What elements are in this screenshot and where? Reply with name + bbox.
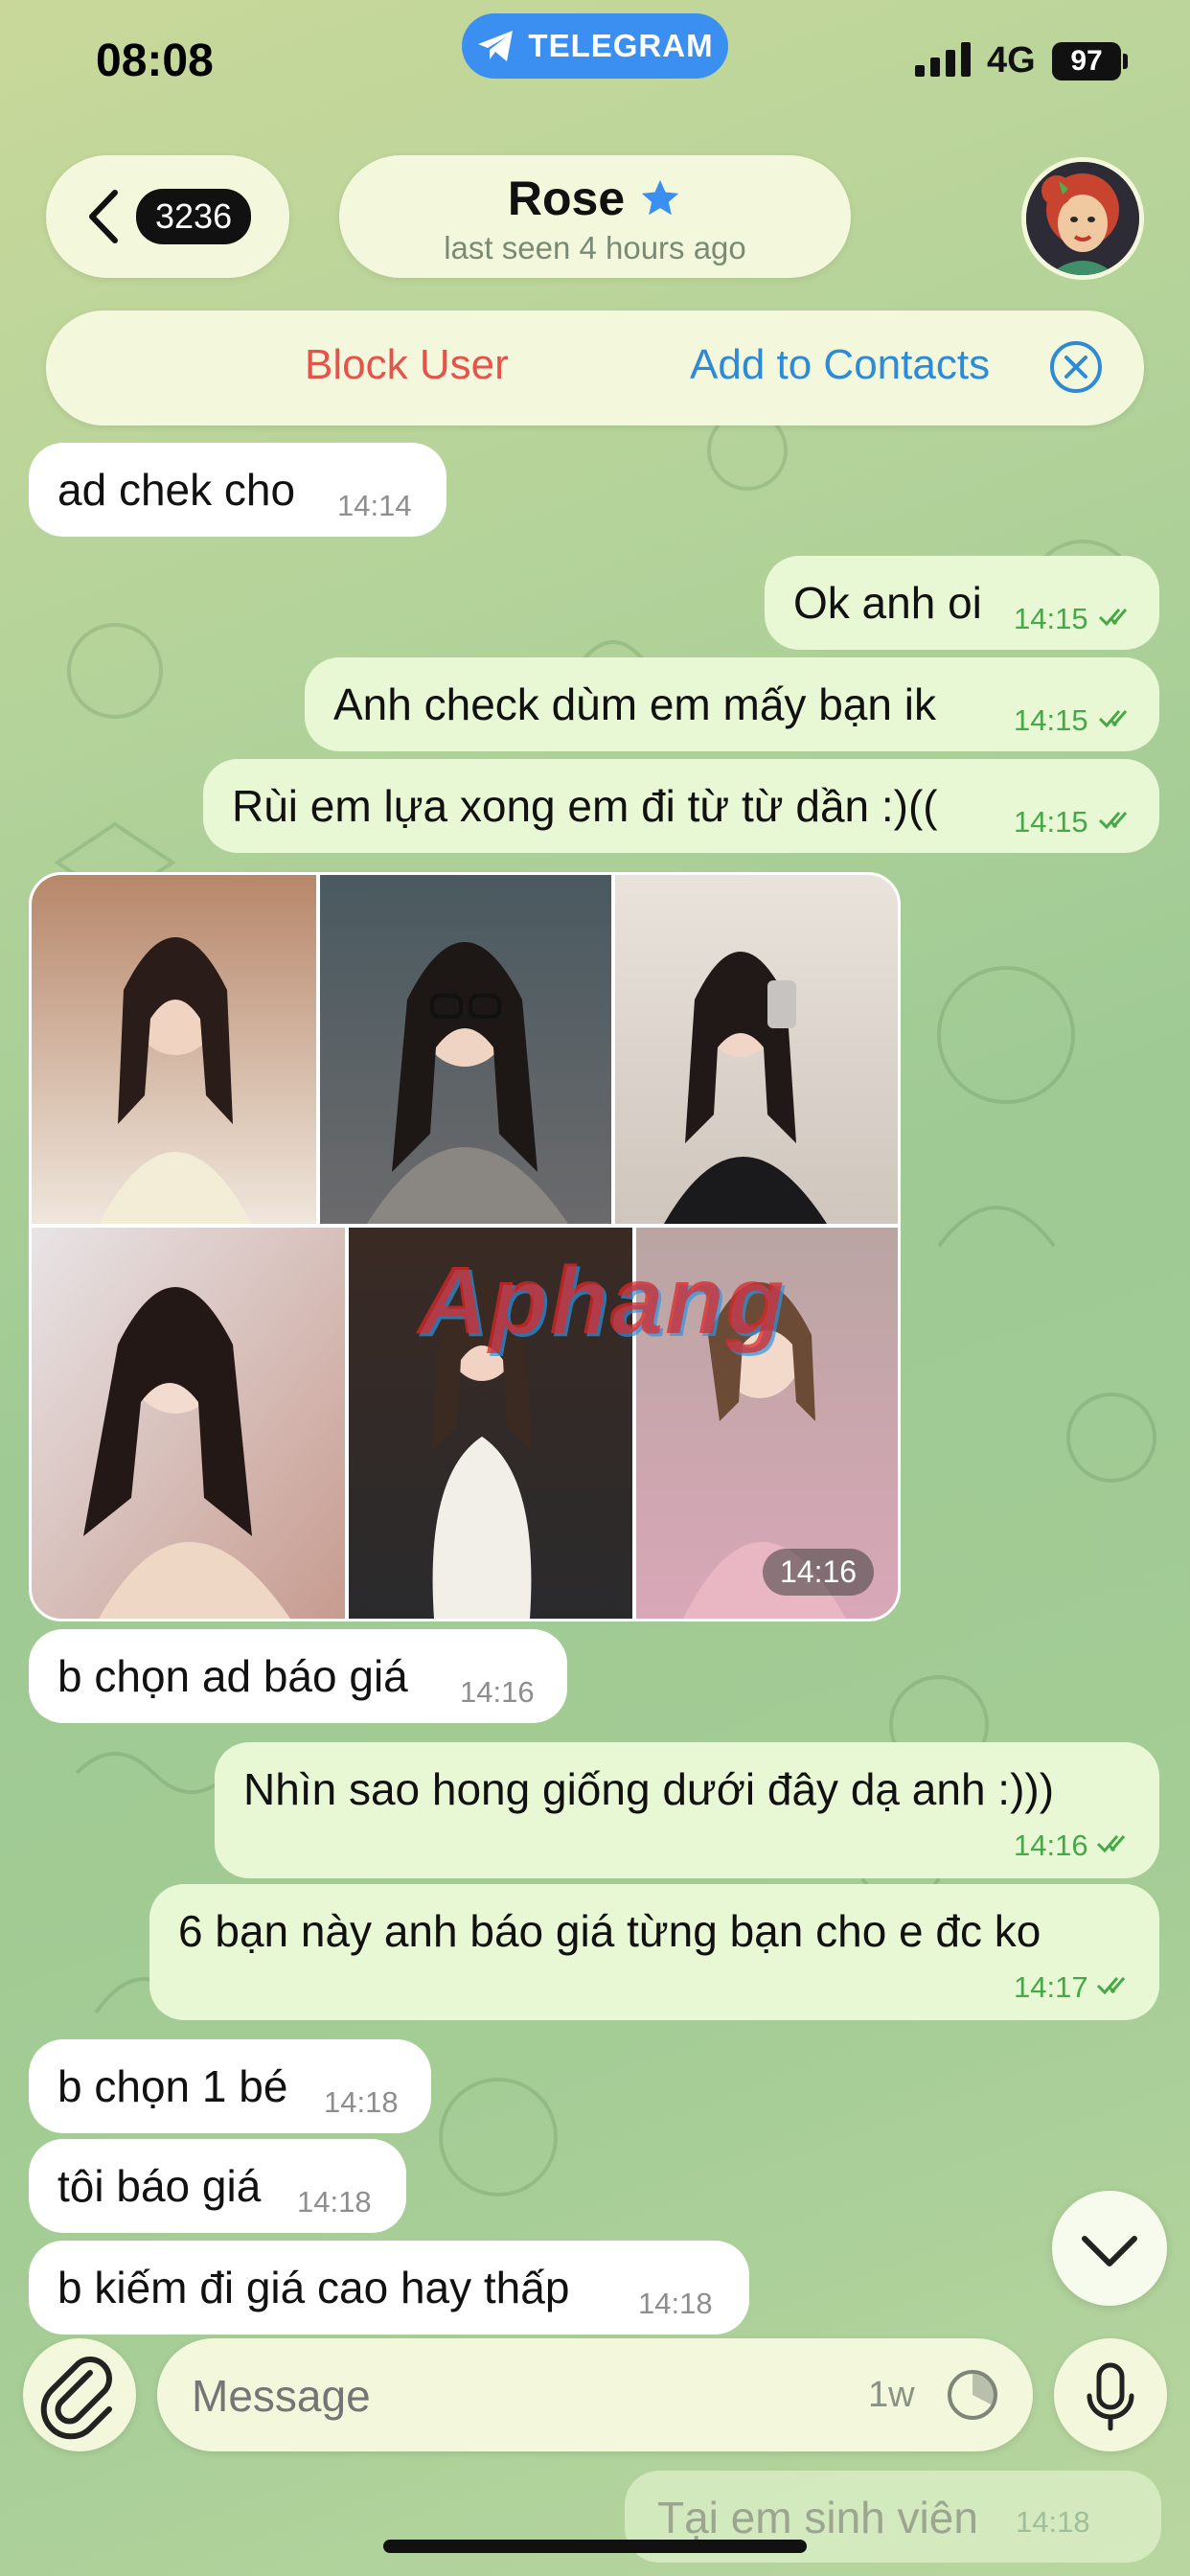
unread-count-badge: 3236 (136, 189, 252, 244)
avatar-illustration (1026, 162, 1139, 275)
message-incoming[interactable]: b kiếm đi giá cao hay thấp 14:18 (29, 2241, 749, 2334)
chevron-down-icon (1082, 2236, 1137, 2266)
voice-record-button[interactable] (1054, 2338, 1167, 2451)
message-incoming[interactable]: tôi báo giá 14:18 (29, 2139, 406, 2233)
message-time: 14:17 (1014, 1970, 1088, 2004)
message-text: Nhìn sao hong giống dưới đây dạ anh :))) (243, 1764, 1055, 1814)
message-time: 14:15 (1014, 805, 1088, 839)
message-incoming[interactable]: b chọn 1 bé 14:18 (29, 2039, 431, 2133)
album-time: 14:16 (763, 1549, 875, 1596)
battery-icon: 97 (1052, 42, 1121, 80)
last-seen-status: last seen 4 hours ago (444, 230, 746, 265)
message-composer: 1w (157, 2338, 1033, 2451)
home-indicator[interactable] (383, 2540, 807, 2553)
album-photo-3[interactable] (615, 875, 898, 1224)
attach-button[interactable] (23, 2338, 136, 2451)
message-text: b kiếm đi giá cao hay thấp (57, 2263, 570, 2312)
battery-tip (1123, 54, 1128, 69)
chat-title[interactable]: Rose last seen 4 hours ago (339, 155, 851, 278)
message-text: Ok anh oi (793, 578, 982, 628)
double-check-icon (1096, 1977, 1126, 1995)
message-time: 14:18 (324, 2085, 399, 2119)
contact-avatar[interactable] (1021, 157, 1144, 280)
scroll-to-bottom-button[interactable] (1052, 2191, 1167, 2306)
premium-star-icon (641, 179, 679, 216)
double-check-icon (1096, 1835, 1126, 1853)
message-incoming[interactable]: ad chek cho 14:14 (29, 443, 446, 537)
message-incoming[interactable]: b chọn ad báo giá 14:16 (29, 1629, 567, 1723)
message-time: 14:18 (638, 2287, 713, 2320)
close-icon[interactable] (1048, 339, 1104, 395)
message-outgoing[interactable]: Anh check dùm em mấy bạn ik 14:15 (305, 657, 1159, 751)
app-pill-label: TELEGRAM (528, 28, 714, 63)
double-check-icon (1098, 609, 1128, 627)
message-outgoing[interactable]: 6 bạn này anh báo giá từng bạn cho e đc … (149, 1884, 1159, 2020)
telegram-app-pill[interactable]: TELEGRAM (462, 13, 728, 79)
watermark: Aphang (418, 1247, 787, 1354)
message-time: 14:18 (297, 2185, 372, 2219)
auto-delete-timer-icon[interactable] (945, 2367, 1000, 2423)
block-user-button[interactable]: Block User (305, 341, 509, 389)
message-text: b chọn ad báo giá (57, 1651, 408, 1701)
clock: 08:08 (96, 35, 214, 86)
message-text: Rùi em lựa xong em đi từ từ dần :)(( (232, 781, 938, 831)
paperclip-icon (40, 2357, 112, 2440)
message-input[interactable] (190, 2369, 826, 2423)
back-button[interactable]: 3236 (46, 155, 289, 278)
microphone-icon (1087, 2362, 1134, 2431)
message-outgoing[interactable]: Nhìn sao hong giống dưới đây dạ anh :)))… (215, 1742, 1159, 1878)
network-type: 4G (987, 40, 1036, 80)
album-photo-1[interactable] (32, 875, 316, 1224)
message-text: Tại em sinh viên (657, 2493, 978, 2542)
battery-level: 97 (1070, 45, 1103, 77)
album-photo-4[interactable] (32, 1228, 345, 1619)
double-check-icon (1098, 710, 1128, 728)
message-time: 14:16 (1014, 1828, 1088, 1862)
message-text: Anh check dùm em mấy bạn ik (333, 679, 936, 729)
add-to-contacts-button[interactable]: Add to Contacts (690, 341, 990, 389)
telegram-icon (478, 31, 514, 61)
message-time: 14:18 (1016, 2505, 1090, 2539)
cellular-signal-icon (915, 42, 971, 77)
message-time: 14:14 (337, 489, 412, 522)
message-text: 6 bạn này anh báo giá từng bạn cho e đc … (178, 1906, 1041, 1956)
chevron-left-icon (89, 190, 118, 243)
message-time: 14:15 (1014, 602, 1088, 635)
status-bar: 08:08 TELEGRAM 4G 97 (0, 0, 1190, 134)
message-time: 14:15 (1014, 703, 1088, 737)
message-outgoing[interactable]: Ok anh oi 14:15 (765, 556, 1159, 650)
message-text: b chọn 1 bé (57, 2061, 288, 2111)
contact-action-bar: Block User Add to Contacts (46, 310, 1144, 426)
double-check-icon (1098, 812, 1128, 830)
album-photo-2[interactable] (320, 875, 611, 1224)
auto-delete-timer-label: 1w (868, 2375, 915, 2415)
message-outgoing[interactable]: Rùi em lựa xong em đi từ từ dần :)(( 14:… (203, 759, 1159, 853)
message-text: tôi báo giá (57, 2161, 262, 2211)
message-text: ad chek cho (57, 465, 296, 515)
message-time: 14:16 (460, 1675, 535, 1709)
contact-name: Rose (507, 172, 626, 225)
